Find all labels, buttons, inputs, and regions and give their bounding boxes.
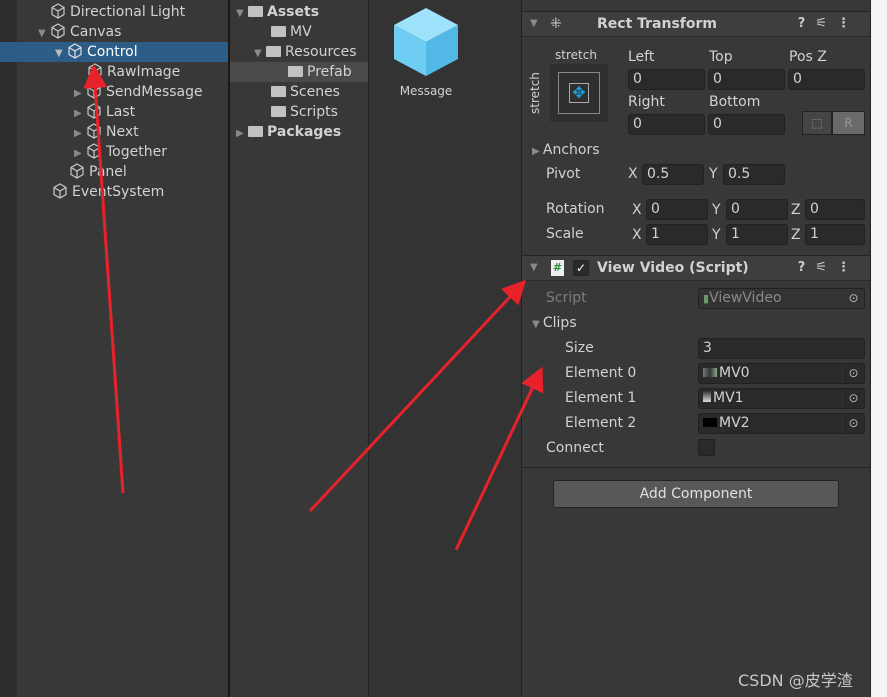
annotation-arrows	[83, 64, 544, 551]
red-arrow	[454, 366, 544, 551]
red-arrow	[83, 64, 125, 494]
